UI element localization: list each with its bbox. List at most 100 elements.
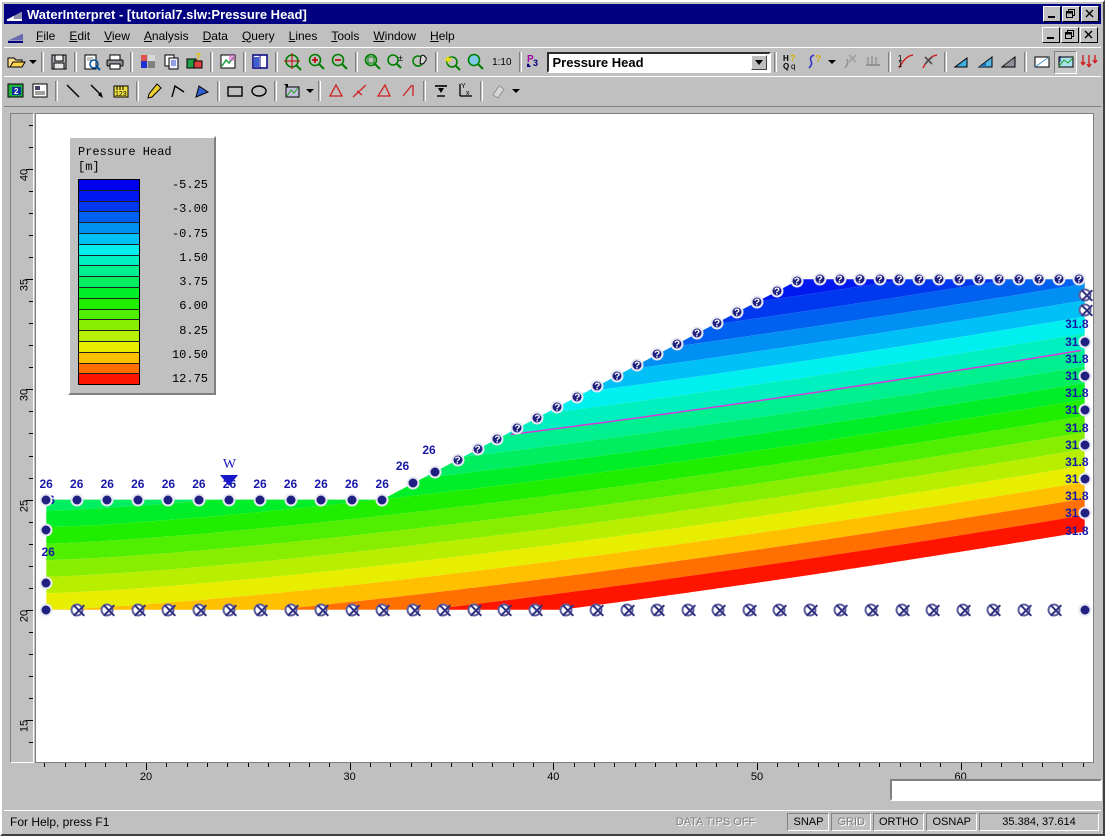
- crest-unknown-node[interactable]: [912, 272, 926, 287]
- crest-unknown-node[interactable]: [1012, 272, 1026, 287]
- base-boundary-node[interactable]: [803, 603, 817, 617]
- plot-canvas[interactable]: 2626262626262626262626262626262631.831.8…: [35, 113, 1094, 763]
- right-boundary-node[interactable]: [1078, 403, 1092, 417]
- right-boundary-node[interactable]: [1078, 438, 1092, 452]
- status-data-tips[interactable]: DATA TIPS OFF: [645, 813, 785, 831]
- crest-unknown-node[interactable]: [1052, 272, 1066, 287]
- plot-text-input[interactable]: [890, 779, 1102, 801]
- measure-tool-icon[interactable]: 123: [109, 80, 133, 103]
- base-boundary-node[interactable]: [681, 603, 695, 617]
- line-tool-icon[interactable]: [61, 80, 85, 103]
- right-boundary-node[interactable]: [1078, 369, 1092, 383]
- doc-restore-button[interactable]: [1061, 27, 1079, 43]
- status-ortho[interactable]: ORTHO: [872, 812, 925, 831]
- slope-dim-icon[interactable]: [348, 80, 372, 103]
- base-boundary-node[interactable]: [711, 603, 725, 617]
- split-view-icon[interactable]: [249, 51, 273, 74]
- slope-unknown-node[interactable]: [730, 305, 744, 320]
- crest-unknown-node[interactable]: [952, 272, 966, 287]
- base-boundary-node[interactable]: [1017, 603, 1031, 617]
- slope-unknown-node[interactable]: [710, 316, 724, 330]
- surface-node[interactable]: [375, 493, 389, 507]
- save-icon[interactable]: [47, 51, 71, 74]
- rectangle-tool-icon[interactable]: [223, 80, 247, 103]
- base-boundary-node[interactable]: [192, 603, 206, 617]
- zoom-scale-icon[interactable]: ±: [385, 51, 409, 74]
- vector-plot-icon[interactable]: [1077, 51, 1101, 74]
- menu-analysis[interactable]: Analysis: [137, 27, 196, 45]
- base-boundary-node[interactable]: [314, 603, 328, 617]
- slope-unknown-node[interactable]: [471, 442, 485, 457]
- slope-unknown-node[interactable]: [530, 411, 544, 425]
- head-query-icon[interactable]: H? Qq: [780, 51, 804, 74]
- slope-node[interactable]: [406, 476, 420, 490]
- slope-unknown-node[interactable]: [630, 358, 644, 373]
- base-boundary-node[interactable]: [467, 603, 481, 617]
- surface-node[interactable]: [131, 493, 145, 507]
- base-boundary-node[interactable]: [131, 603, 145, 617]
- angle-dim-icon[interactable]: [372, 80, 396, 103]
- base-boundary-node[interactable]: [650, 603, 664, 617]
- plot-text-field[interactable]: [892, 781, 1100, 799]
- slope-unknown-node[interactable]: [590, 379, 604, 394]
- crest-unknown-node[interactable]: [932, 272, 946, 287]
- slope-unknown-node[interactable]: [670, 337, 684, 351]
- doc-minimize-button[interactable]: [1042, 27, 1060, 43]
- plot-type-combo[interactable]: Pressure Head: [546, 51, 771, 73]
- flowpath-dropdown-arrow[interactable]: [827, 51, 838, 74]
- right-boundary-node-base[interactable]: [1078, 603, 1092, 617]
- base-boundary-node[interactable]: [620, 603, 634, 617]
- surface-node[interactable]: [192, 493, 206, 507]
- sheet-view-icon[interactable]: 2: [4, 80, 28, 103]
- menu-file[interactable]: FFileile: [29, 27, 62, 45]
- crest-unknown-node[interactable]: [972, 272, 986, 287]
- close-button[interactable]: [1081, 6, 1099, 22]
- print-preview-icon[interactable]: [80, 51, 104, 74]
- delete-contour-label-icon[interactable]: [918, 51, 942, 74]
- left-boundary-node[interactable]: [39, 576, 53, 590]
- base-boundary-node[interactable]: [742, 603, 756, 617]
- copy-icon[interactable]: [160, 51, 184, 74]
- zoom-page-icon[interactable]: [361, 51, 385, 74]
- base-boundary-node[interactable]: [589, 603, 603, 617]
- right-boundary-node[interactable]: [1078, 335, 1092, 349]
- base-boundary-node[interactable]: [70, 603, 84, 617]
- restore-button[interactable]: [1062, 6, 1080, 22]
- draw-color-map-icon[interactable]: I: [1053, 50, 1078, 74]
- surface-node[interactable]: [161, 493, 175, 507]
- pointer-line-icon[interactable]: [85, 80, 109, 103]
- base-boundary-node[interactable]: [253, 603, 267, 617]
- contour-label-icon[interactable]: 11: [894, 51, 918, 74]
- slope-unknown-node[interactable]: [451, 453, 465, 467]
- crest-unknown-node[interactable]: [833, 272, 847, 287]
- surface-node[interactable]: [314, 493, 328, 507]
- slope-unknown-node[interactable]: [510, 421, 524, 436]
- status-snap[interactable]: SNAP: [787, 812, 830, 831]
- status-osnap[interactable]: OSNAP: [926, 812, 977, 831]
- surface-node[interactable]: [39, 493, 53, 507]
- crest-unknown-node[interactable]: [1032, 272, 1046, 287]
- delete-flowpath-icon[interactable]: [838, 51, 862, 74]
- print-icon[interactable]: [104, 51, 128, 74]
- slope-unknown-node[interactable]: [550, 400, 564, 415]
- base-boundary-node[interactable]: [436, 603, 450, 617]
- base-boundary-node[interactable]: [406, 603, 420, 617]
- base-boundary-node[interactable]: [100, 603, 114, 617]
- zoom-previous-icon[interactable]: [464, 51, 488, 74]
- region-shade-icon[interactable]: [950, 51, 974, 74]
- crest-unknown-node[interactable]: [873, 272, 887, 287]
- polygon-fill-icon[interactable]: [190, 80, 214, 103]
- plot-type-dropdown-arrow[interactable]: [750, 54, 767, 70]
- right-boundary-node[interactable]: [1078, 472, 1092, 486]
- polyline-tool-icon[interactable]: [166, 80, 190, 103]
- document-icon[interactable]: [7, 28, 25, 44]
- base-boundary-node[interactable]: [895, 603, 909, 617]
- base-boundary-node[interactable]: [772, 603, 786, 617]
- triangle-dim-icon[interactable]: [324, 80, 348, 103]
- surface-node[interactable]: [100, 493, 114, 507]
- surface-node[interactable]: [70, 493, 84, 507]
- eraser-tool-icon[interactable]: [486, 80, 510, 103]
- menu-query[interactable]: Query: [235, 27, 282, 45]
- doc-close-button[interactable]: [1080, 27, 1098, 43]
- help-context-icon[interactable]: ?: [183, 51, 207, 74]
